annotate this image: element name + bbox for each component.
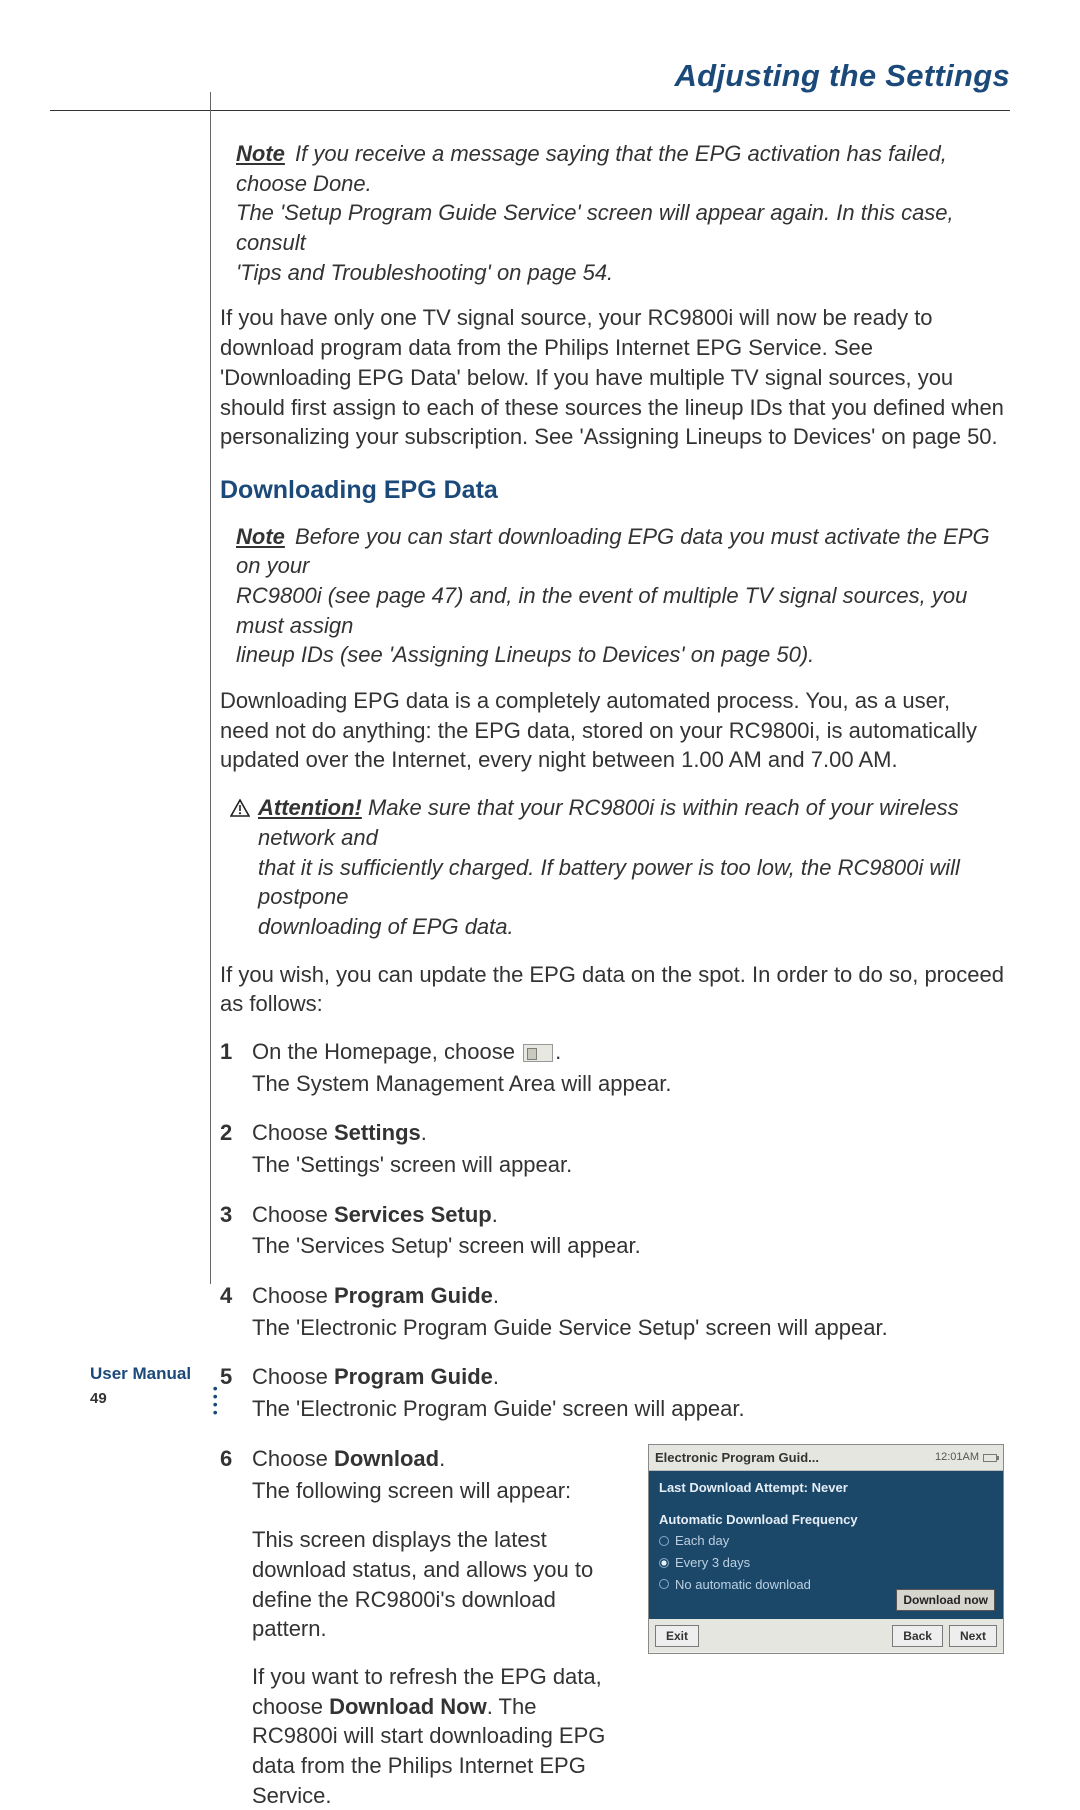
step-text: Choose [252,1120,334,1145]
note-label: Note [236,524,285,549]
attention-block: Attention! Make sure that your RC9800i i… [230,793,1004,941]
step-text: On the Homepage, choose [252,1039,521,1064]
step-subtext: The 'Electronic Program Guide' screen wi… [252,1394,1004,1424]
numbered-steps: On the Homepage, choose . The System Man… [220,1037,1004,1810]
step-item: On the Homepage, choose . The System Man… [220,1037,1004,1098]
margin-rule [210,92,211,1284]
step-bold: Download [334,1446,439,1471]
step-bold: Download Now [329,1694,487,1719]
step-text: . [492,1202,498,1227]
step-text: Choose [252,1283,334,1308]
body-paragraph: If you have only one TV signal source, y… [220,303,1004,451]
dot-ornament-icon: •••• [213,1384,216,1416]
step-item: Choose Download. The following screen wi… [220,1444,1004,1810]
ss-section-label: Automatic Download Frequency [659,1511,993,1529]
ss-next-button[interactable]: Next [949,1625,997,1647]
step-item: Choose Settings. The 'Settings' screen w… [220,1118,1004,1179]
radio-on-icon [659,1558,669,1568]
ss-window-title: Electronic Program Guid... [655,1449,819,1467]
step-text: . [493,1283,499,1308]
section-title: Adjusting the Settings [674,58,1010,93]
step-item: Choose Services Setup. The 'Services Set… [220,1200,1004,1261]
page-footer: User Manual 49 •••• [90,1364,210,1416]
step-bold: Program Guide [334,1364,493,1389]
attention-label: Attention! [258,795,362,820]
step-bold: Services Setup [334,1202,492,1227]
note-label: Note [236,141,285,166]
page-number: 49 [90,1390,107,1407]
step-text: . [493,1364,499,1389]
ss-back-button[interactable]: Back [892,1625,943,1647]
step-text: . [421,1120,427,1145]
step-text: . [555,1039,561,1064]
note-text: lineup IDs (see 'Assigning Lineups to De… [236,642,814,667]
ss-exit-button[interactable]: Exit [655,1625,699,1647]
note-text: 'Tips and Troubleshooting' on page 54. [236,260,613,285]
step-subtext: The 'Services Setup' screen will appear. [252,1231,1004,1261]
note-text: The 'Setup Program Guide Service' screen… [236,200,954,255]
footer-label: User Manual [90,1364,210,1384]
page-header: Adjusting the Settings [0,0,1080,104]
step-subtext: The following screen will appear: [252,1476,626,1506]
step-subtext: The 'Settings' screen will appear. [252,1150,1004,1180]
warning-triangle-icon [230,795,250,825]
body-paragraph: Downloading EPG data is a completely aut… [220,686,1004,775]
ss-radio-option[interactable]: Every 3 days [659,1554,993,1572]
step-bold: Settings [334,1120,421,1145]
ss-radio-option[interactable]: Each day [659,1532,993,1550]
step-paragraph: If you want to refresh the EPG data, cho… [252,1662,626,1810]
step-subtext: The System Management Area will appear. [252,1069,1004,1099]
attention-text: downloading of EPG data. [258,914,514,939]
step-text: Choose [252,1202,334,1227]
step-item: Choose Program Guide. The 'Electronic Pr… [220,1362,1004,1423]
step-text: . [439,1446,445,1471]
ss-status-text: Last Download Attempt: Never [659,1479,993,1497]
attention-text: that it is sufficiently charged. If batt… [258,855,960,910]
radio-off-icon [659,1536,669,1546]
step-item: Choose Program Guide. The 'Electronic Pr… [220,1281,1004,1342]
note-text: RC9800i (see page 47) and, in the event … [236,583,967,638]
radio-off-icon [659,1579,669,1589]
ss-download-now-button[interactable]: Download now [896,1589,995,1611]
device-screenshot: Electronic Program Guid... 12:01AM Last … [648,1444,1004,1654]
note-text: Before you can start downloading EPG dat… [236,524,990,579]
subheading: Downloading EPG Data [220,474,1004,508]
step-subtext: The 'Electronic Program Guide Service Se… [252,1313,1004,1343]
note-block-1: Note If you receive a message saying tha… [236,139,1004,287]
step-bold: Program Guide [334,1283,493,1308]
step-text: Choose [252,1364,334,1389]
home-settings-icon [523,1044,553,1062]
attention-text: Make sure that your RC9800i is within re… [258,795,959,850]
content: Note If you receive a message saying tha… [220,111,1004,1810]
body-paragraph: If you wish, you can update the EPG data… [220,960,1004,1019]
ss-clock: 12:01AM [935,1450,997,1465]
note-text: If you receive a message saying that the… [236,141,947,196]
note-block-2: Note Before you can start downloading EP… [236,522,1004,670]
battery-icon [983,1454,997,1462]
step-text: Choose [252,1446,334,1471]
step-paragraph: This screen displays the latest download… [252,1525,626,1644]
